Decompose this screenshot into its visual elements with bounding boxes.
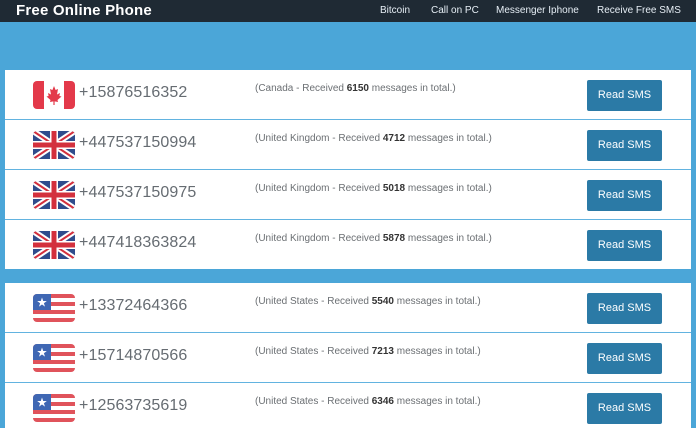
phone-number[interactable]: +13372464366 <box>79 297 187 315</box>
info-prefix: (United States - Received <box>255 396 372 407</box>
info-prefix: (United Kingdom - Received <box>255 233 383 244</box>
info-suffix: messages in total.) <box>393 296 481 307</box>
phone-number[interactable]: +12563735619 <box>79 397 187 415</box>
phone-number[interactable]: +15876516352 <box>79 84 187 102</box>
message-info: (United Kingdom - Received 5018 messages… <box>255 183 492 194</box>
uk-flag-icon <box>33 231 75 259</box>
phone-number[interactable]: +15714870566 <box>79 347 187 365</box>
read-sms-button[interactable]: Read SMS <box>587 230 662 261</box>
info-prefix: (United States - Received <box>255 346 372 357</box>
message-count: 5540 <box>371 296 394 307</box>
number-row: +13372464366 (United States - Received 55… <box>5 283 691 333</box>
us-flag-icon <box>33 394 75 422</box>
canada-flag-icon <box>33 81 75 109</box>
number-row: +447537150975 (United Kingdom - Received … <box>5 170 691 220</box>
info-suffix: messages in total.) <box>393 346 481 357</box>
read-sms-button[interactable]: Read SMS <box>587 293 662 324</box>
read-sms-button[interactable]: Read SMS <box>587 130 662 161</box>
us-flag-icon <box>33 344 75 372</box>
message-info: (United Kingdom - Received 5878 messages… <box>255 233 492 244</box>
message-info: (United States - Received 5540 messages … <box>255 296 481 307</box>
message-count: 6346 <box>371 396 394 407</box>
info-prefix: (Canada - Received <box>255 83 347 94</box>
message-count: 6150 <box>346 83 369 94</box>
us-flag-icon <box>33 294 75 322</box>
info-suffix: messages in total.) <box>405 133 492 144</box>
phone-number[interactable]: +447537150994 <box>79 134 196 152</box>
number-list-card: +15876516352 (Canada - Received 6150 mess… <box>5 70 691 269</box>
info-prefix: (United States - Received <box>255 296 372 307</box>
info-suffix: messages in total.) <box>405 183 492 194</box>
message-info: (United States - Received 7213 messages … <box>255 346 481 357</box>
nav-link-messenger-iphone[interactable]: Messenger Iphone <box>496 5 579 16</box>
number-row: +447418363824 (United Kingdom - Received … <box>5 220 691 270</box>
info-suffix: messages in total.) <box>393 396 481 407</box>
read-sms-button[interactable]: Read SMS <box>587 180 662 211</box>
uk-flag-icon <box>33 181 75 209</box>
message-count: 4712 <box>382 133 406 144</box>
number-row: +12563735619 (United States - Received 63… <box>5 383 691 428</box>
number-row: +15876516352 (Canada - Received 6150 mess… <box>5 70 691 120</box>
message-info: (Canada - Received 6150 messages in tota… <box>255 83 456 94</box>
nav-link-call-on-pc[interactable]: Call on PC <box>431 5 479 16</box>
message-info: (United Kingdom - Received 4712 messages… <box>255 133 492 144</box>
number-row: +15714870566 (United States - Received 72… <box>5 333 691 383</box>
nav-link-bitcoin[interactable]: Bitcoin <box>380 5 410 16</box>
info-suffix: messages in total.) <box>368 83 456 94</box>
info-prefix: (United Kingdom - Received <box>255 133 383 144</box>
read-sms-button[interactable]: Read SMS <box>587 393 662 424</box>
uk-flag-icon <box>33 131 75 159</box>
phone-number[interactable]: +447418363824 <box>79 234 196 252</box>
number-list-card: +13372464366 (United States - Received 55… <box>5 283 691 428</box>
info-prefix: (United Kingdom - Received <box>255 183 383 194</box>
top-navbar: Free Online Phone Bitcoin Call on PC Mes… <box>0 0 696 22</box>
message-count: 5018 <box>382 183 406 194</box>
brand-logo-text[interactable]: Free Online Phone <box>16 2 152 19</box>
message-info: (United States - Received 6346 messages … <box>255 396 481 407</box>
number-row: +447537150994 (United Kingdom - Received … <box>5 120 691 170</box>
read-sms-button[interactable]: Read SMS <box>587 80 662 111</box>
message-count: 7213 <box>371 346 394 357</box>
phone-number[interactable]: +447537150975 <box>79 184 196 202</box>
message-count: 5878 <box>382 233 406 244</box>
info-suffix: messages in total.) <box>405 233 492 244</box>
read-sms-button[interactable]: Read SMS <box>587 343 662 374</box>
nav-link-receive-free-sms[interactable]: Receive Free SMS <box>597 5 681 16</box>
